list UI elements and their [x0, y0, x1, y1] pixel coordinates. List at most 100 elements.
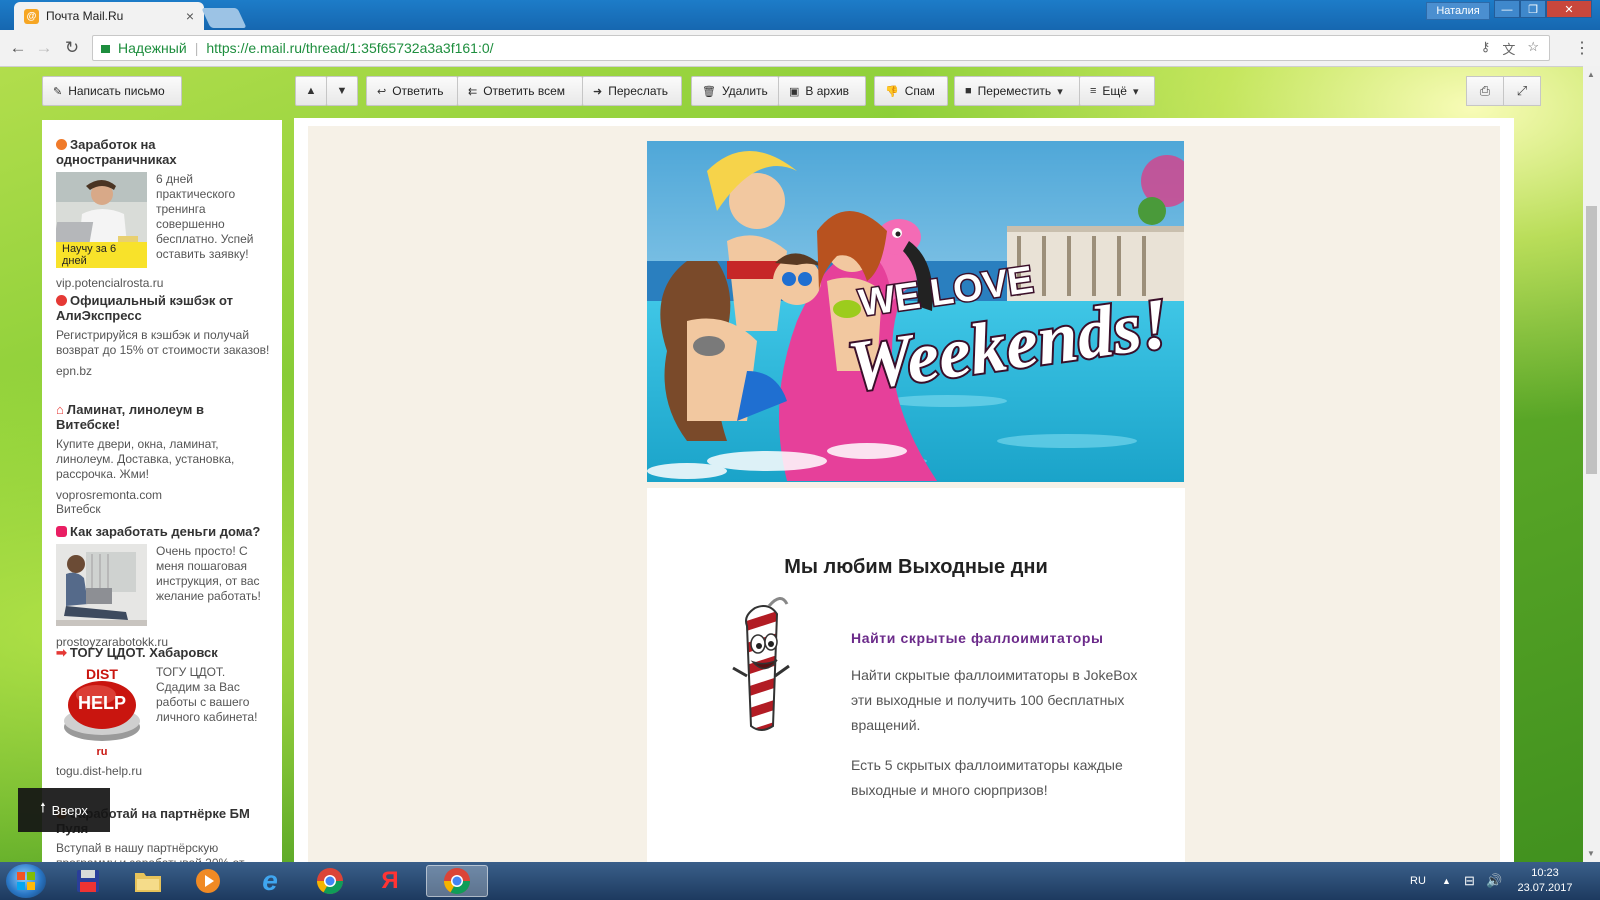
language-indicator[interactable]: RU — [1410, 862, 1426, 900]
hero-banner[interactable]: WE LOVE Weekends! — [647, 141, 1184, 482]
woman-laptop-photo — [56, 544, 147, 626]
move-dropdown[interactable]: ■ Переместить ▾ — [954, 76, 1080, 106]
ad-title: Как заработать деньги дома? — [56, 524, 270, 539]
close-tab-icon[interactable]: × — [186, 8, 194, 24]
taskbar-save-app[interactable] — [62, 865, 114, 897]
profile-badge[interactable]: Наталия — [1426, 2, 1490, 20]
scroll-down-arrow-icon[interactable]: ▼ — [1587, 849, 1595, 858]
prev-message-button[interactable]: ▲ — [295, 76, 327, 106]
pencil-icon: ✎ — [53, 85, 63, 98]
compose-button[interactable]: ✎ Написать письмо — [42, 76, 182, 106]
ad-domain[interactable]: epn.bz — [56, 364, 270, 378]
ad-text: 6 дней практического тренинга совершенно… — [156, 172, 254, 261]
bookmark-star-icon[interactable]: ☆ — [1527, 39, 1539, 58]
archive-button[interactable]: ▣ В архив — [778, 76, 866, 106]
system-clock[interactable]: 10:23 23.07.2017 — [1510, 866, 1580, 896]
forward-arrow-icon: ➜ — [593, 85, 603, 98]
url-field[interactable]: Надежный | https://e.mail.ru/thread/1:35… — [92, 35, 1550, 61]
more-label: Ещё — [1102, 84, 1127, 98]
ad-text: Купите двери, окна, ламинат, линолеум. Д… — [56, 437, 235, 481]
ad-text: Вступай в нашу партнёрскую программу и з… — [56, 841, 244, 862]
dist-help-logo: DIST HELP ru — [56, 665, 147, 758]
browser-title-bar: @ Почта Mail.Ru × Наталия — ❐ ✕ — [0, 0, 1600, 30]
network-icon[interactable]: ⊟ — [1464, 862, 1475, 900]
move-label: Переместить — [977, 84, 1052, 98]
back-icon[interactable]: ← — [6, 36, 30, 60]
ad-dot-icon — [56, 295, 67, 306]
delete-label: Удалить — [721, 84, 768, 98]
ad-thumbnail[interactable]: DIST HELP ru — [56, 665, 147, 760]
ad-domain[interactable]: vip.potencialrosta.ru — [56, 276, 270, 290]
reload-icon[interactable]: ↻ — [60, 36, 84, 60]
ad-item[interactable]: Заработок на одностраничниках Научу за 6… — [53, 137, 270, 290]
message-card: Мы любим Выходные дни Найти скрытые фалл… — [647, 488, 1185, 868]
secure-label: Надежный — [118, 40, 187, 56]
volume-icon[interactable]: 🔊 — [1486, 862, 1502, 900]
delete-button[interactable]: 🗑 Удалить — [691, 76, 779, 106]
arrow-up-icon: ▲ — [305, 85, 317, 97]
ad-thumbnail[interactable]: Научу за 6 дней — [53, 172, 147, 268]
close-window-icon[interactable]: ✕ — [1546, 0, 1592, 18]
ad-domain[interactable]: voprosremonta.com — [56, 488, 270, 502]
taskbar-chrome-active[interactable] — [426, 865, 488, 897]
next-message-button[interactable]: ▼ — [326, 76, 358, 106]
taskbar-ie[interactable]: e — [244, 865, 296, 897]
tray-expand-icon[interactable]: ▲ — [1442, 862, 1451, 900]
reply-all-button[interactable]: ⇇ Ответить всем — [457, 76, 583, 106]
taskbar-chrome[interactable] — [304, 865, 356, 897]
menu-lines-icon: ≡ — [1090, 85, 1097, 97]
more-dropdown[interactable]: ≡ Ещё ▾ — [1079, 76, 1155, 106]
ad-dot-icon — [56, 139, 67, 150]
minimize-icon[interactable]: — — [1494, 0, 1520, 18]
taskbar-yandex[interactable]: Я — [364, 865, 416, 897]
striped-mascot-icon — [732, 597, 790, 731]
start-button[interactable] — [6, 864, 46, 898]
reply-button[interactable]: ↩ Ответить — [366, 76, 458, 106]
ad-item[interactable]: ➡ ТОГУ ЦДОТ. Хабаровск DIST HELP ru ТОГУ … — [56, 645, 270, 778]
clock-date: 23.07.2017 — [1517, 882, 1573, 894]
expand-icon: ⤢ — [1516, 83, 1528, 98]
ad-text: Регистрируйся в кэшбэк и получай возврат… — [56, 328, 270, 357]
ad-domain[interactable]: togu.dist-help.ru — [56, 764, 270, 778]
floppy-disk-icon — [77, 870, 99, 892]
ad-city: Витебск — [56, 502, 101, 516]
chrome-icon — [443, 868, 471, 895]
lock-icon — [101, 45, 110, 53]
maximize-icon[interactable]: ❐ — [1520, 0, 1546, 18]
ads-sidebar: Заработок на одностраничниках Научу за 6… — [42, 120, 282, 862]
ad-item[interactable]: Официальный кэшбэк от АлиЭкспресс Регист… — [56, 293, 270, 378]
forward-icon[interactable]: → — [32, 36, 56, 60]
taskbar-media-player[interactable] — [182, 865, 234, 897]
scroll-up-arrow-icon[interactable]: ▲ — [1587, 70, 1595, 79]
translate-icon[interactable]: 文 — [1502, 39, 1515, 58]
browser-tab[interactable]: @ Почта Mail.Ru × — [14, 2, 204, 30]
expand-button[interactable]: ⤢ — [1503, 76, 1541, 106]
key-icon[interactable]: ⚷ — [1481, 39, 1491, 58]
spam-button[interactable]: 👎 Спам — [874, 76, 948, 106]
ad-title-text: Заработок на одностраничниках — [56, 137, 177, 167]
compose-label: Написать письмо — [68, 84, 165, 98]
message-paragraph: Найти скрытые фаллоимитаторы в JokeBox э… — [851, 667, 1138, 733]
yandex-icon: Я — [381, 867, 399, 894]
hero-illustration: WE LOVE Weekends! — [647, 141, 1184, 482]
ad-text: Очень просто! С меня пошаговая инструкци… — [156, 544, 261, 603]
ad-item[interactable]: Как заработать деньги дома? Очень просто… — [56, 524, 270, 649]
ad-dot-icon — [56, 526, 67, 537]
arrow-up-icon: 🠕 — [40, 800, 46, 815]
browser-menu-icon[interactable]: ⋮ — [1574, 38, 1590, 58]
url-separator: | — [194, 40, 199, 56]
caret-down-icon: ▾ — [1057, 85, 1063, 98]
folder-icon — [135, 873, 161, 892]
clock-time: 10:23 — [1531, 867, 1559, 879]
ad-title: Официальный кэшбэк от АлиЭкспресс — [56, 293, 270, 323]
scrollbar-thumb[interactable] — [1586, 206, 1597, 474]
address-bar: ← → ↻ Надежный | https://e.mail.ru/threa… — [0, 30, 1600, 67]
forward-button[interactable]: ➜ Переслать — [582, 76, 682, 106]
chrome-icon — [316, 868, 344, 895]
taskbar-explorer[interactable] — [122, 865, 174, 897]
scroll-top-button[interactable]: 🠕 Вверх — [18, 788, 110, 832]
ad-item[interactable]: ⌂ Ламинат, линолеум в Витебске! Купите дв… — [56, 402, 270, 516]
ad-thumbnail[interactable] — [56, 544, 147, 629]
new-tab-button[interactable] — [201, 8, 247, 28]
print-button[interactable]: ⎙ — [1466, 76, 1504, 106]
